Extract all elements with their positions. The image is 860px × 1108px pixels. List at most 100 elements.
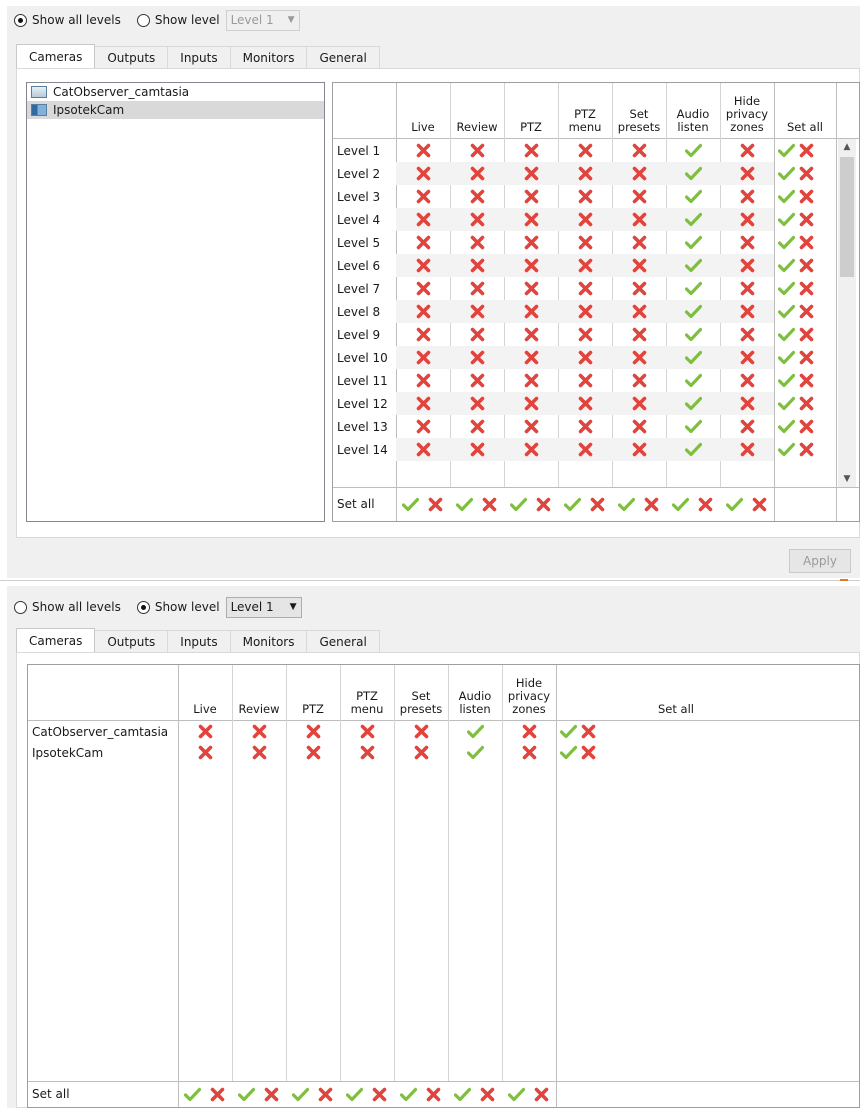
show-all-levels-option[interactable]: Show all levels Show level Level 1 ▼ xyxy=(14,9,300,31)
tab-general[interactable]: General xyxy=(306,630,380,652)
cross-icon[interactable] xyxy=(578,721,598,742)
cross-icon[interactable] xyxy=(504,208,558,231)
scroll-up-icon[interactable]: ▲ xyxy=(838,139,856,155)
show-all-levels-option[interactable]: Show all levels Show level Level 1 ▼ xyxy=(14,596,302,618)
cross-icon[interactable] xyxy=(450,231,504,254)
cross-icon[interactable] xyxy=(504,277,558,300)
cross-icon[interactable] xyxy=(720,323,774,346)
cross-icon[interactable] xyxy=(396,231,450,254)
cross-icon[interactable] xyxy=(259,1081,284,1107)
cross-icon[interactable] xyxy=(396,323,450,346)
check-icon[interactable] xyxy=(506,487,531,521)
permissions-grid-cameras[interactable]: Live Review PTZ PTZ menu Set presets Audio li… xyxy=(27,664,860,1108)
check-icon[interactable] xyxy=(776,346,796,369)
cross-icon[interactable] xyxy=(450,208,504,231)
cross-icon[interactable] xyxy=(558,231,612,254)
cross-icon[interactable] xyxy=(796,277,816,300)
cross-icon[interactable] xyxy=(796,392,816,415)
check-icon[interactable] xyxy=(776,438,796,461)
check-icon[interactable] xyxy=(776,323,796,346)
cross-icon[interactable] xyxy=(796,346,816,369)
cross-icon[interactable] xyxy=(796,415,816,438)
check-icon[interactable] xyxy=(776,277,796,300)
cross-icon[interactable] xyxy=(232,742,286,763)
cross-icon[interactable] xyxy=(558,346,612,369)
cross-icon[interactable] xyxy=(720,438,774,461)
cross-icon[interactable] xyxy=(502,742,556,763)
cross-icon[interactable] xyxy=(612,162,666,185)
cross-icon[interactable] xyxy=(796,438,816,461)
cross-icon[interactable] xyxy=(504,438,558,461)
cross-icon[interactable] xyxy=(178,721,232,742)
cross-icon[interactable] xyxy=(450,415,504,438)
tab-monitors[interactable]: Monitors xyxy=(229,46,308,68)
check-icon[interactable] xyxy=(666,277,720,300)
cross-icon[interactable] xyxy=(558,139,612,162)
cross-icon[interactable] xyxy=(286,742,340,763)
cross-icon[interactable] xyxy=(558,208,612,231)
cross-icon[interactable] xyxy=(450,323,504,346)
cross-icon[interactable] xyxy=(578,742,598,763)
cross-icon[interactable] xyxy=(450,369,504,392)
camera-tree[interactable]: CatObserver_camtasia IpsotekCam xyxy=(26,82,325,522)
cross-icon[interactable] xyxy=(796,208,816,231)
cross-icon[interactable] xyxy=(558,323,612,346)
cross-icon[interactable] xyxy=(340,721,394,742)
tab-outputs[interactable]: Outputs xyxy=(94,46,169,68)
show-level-radio[interactable] xyxy=(136,600,150,614)
check-icon[interactable] xyxy=(666,185,720,208)
camera-tree-item[interactable]: CatObserver_camtasia xyxy=(27,83,324,101)
check-icon[interactable] xyxy=(776,185,796,208)
check-icon[interactable] xyxy=(776,300,796,323)
cross-icon[interactable] xyxy=(558,392,612,415)
tab-inputs[interactable]: Inputs xyxy=(167,46,231,68)
check-icon[interactable] xyxy=(668,487,693,521)
cross-icon[interactable] xyxy=(396,415,450,438)
cross-icon[interactable] xyxy=(450,277,504,300)
check-icon[interactable] xyxy=(666,231,720,254)
check-icon[interactable] xyxy=(776,392,796,415)
cross-icon[interactable] xyxy=(612,300,666,323)
cross-icon[interactable] xyxy=(639,487,664,521)
cross-icon[interactable] xyxy=(502,721,556,742)
cross-icon[interactable] xyxy=(396,277,450,300)
cross-icon[interactable] xyxy=(504,392,558,415)
cross-icon[interactable] xyxy=(367,1081,392,1107)
tab-cameras[interactable]: Cameras xyxy=(16,628,96,652)
scroll-down-icon[interactable]: ▼ xyxy=(838,471,856,487)
cross-icon[interactable] xyxy=(612,231,666,254)
check-icon[interactable] xyxy=(776,254,796,277)
cross-icon[interactable] xyxy=(286,721,340,742)
cross-icon[interactable] xyxy=(612,254,666,277)
cross-icon[interactable] xyxy=(796,254,816,277)
cross-icon[interactable] xyxy=(178,742,232,763)
tab-cameras[interactable]: Cameras xyxy=(16,44,96,68)
cross-icon[interactable] xyxy=(450,254,504,277)
check-icon[interactable] xyxy=(776,415,796,438)
cross-icon[interactable] xyxy=(504,415,558,438)
cross-icon[interactable] xyxy=(558,185,612,208)
check-icon[interactable] xyxy=(722,487,747,521)
check-icon[interactable] xyxy=(614,487,639,521)
cross-icon[interactable] xyxy=(720,231,774,254)
cross-icon[interactable] xyxy=(450,438,504,461)
cross-icon[interactable] xyxy=(720,277,774,300)
cross-icon[interactable] xyxy=(796,300,816,323)
check-icon[interactable] xyxy=(666,300,720,323)
check-icon[interactable] xyxy=(288,1081,313,1107)
cross-icon[interactable] xyxy=(796,369,816,392)
tab-monitors[interactable]: Monitors xyxy=(229,630,308,652)
check-icon[interactable] xyxy=(776,369,796,392)
check-icon[interactable] xyxy=(666,369,720,392)
check-icon[interactable] xyxy=(666,323,720,346)
cross-icon[interactable] xyxy=(421,1081,446,1107)
check-icon[interactable] xyxy=(448,721,502,742)
cross-icon[interactable] xyxy=(558,162,612,185)
cross-icon[interactable] xyxy=(450,346,504,369)
cross-icon[interactable] xyxy=(450,162,504,185)
check-icon[interactable] xyxy=(776,208,796,231)
cross-icon[interactable] xyxy=(720,254,774,277)
cross-icon[interactable] xyxy=(450,139,504,162)
cross-icon[interactable] xyxy=(720,162,774,185)
check-icon[interactable] xyxy=(666,346,720,369)
